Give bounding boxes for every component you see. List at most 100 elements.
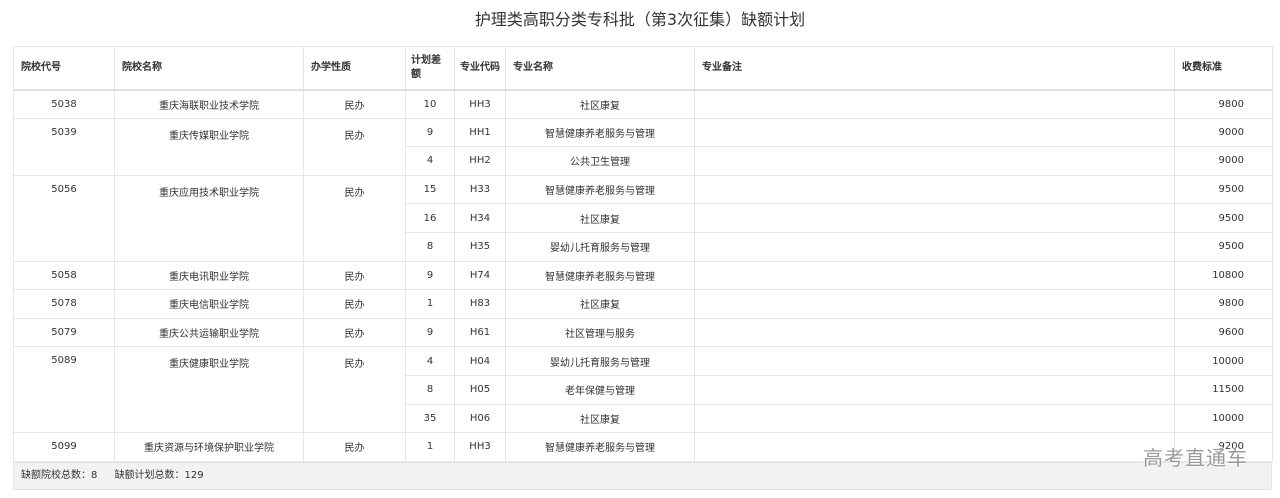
major-code-cell: H61 <box>454 318 506 348</box>
school-code-cell: 5056 <box>13 175 115 262</box>
school-type-cell: 民办 <box>303 118 406 176</box>
table-row: 5039 重庆传媒职业学院 民办 9 HH1 智慧健康养老服务与管理 9000 <box>13 118 1273 176</box>
major-note-cell <box>694 404 1175 434</box>
fee-cell: 9500 <box>1174 175 1273 205</box>
major-code-cell: HH2 <box>454 146 506 176</box>
plan-gap-cell: 8 <box>405 232 455 262</box>
major-note-cell <box>694 175 1175 205</box>
fee-cell: 9500 <box>1174 232 1273 262</box>
major-note-cell <box>694 346 1175 376</box>
table-row: 5079 重庆公共运输职业学院 民办 9 H61 社区管理与服务 9600 <box>13 318 1273 348</box>
school-name-cell: 重庆资源与环境保护职业学院 <box>114 432 304 462</box>
header-plan-gap: 计划差额 <box>405 46 455 91</box>
major-code-cell: H35 <box>454 232 506 262</box>
fee-cell: 9800 <box>1174 89 1273 119</box>
major-code-cell: H06 <box>454 404 506 434</box>
page-title: 护理类高职分类专科批（第3次征集）缺额计划 <box>474 10 806 29</box>
header-fee: 收费标准 <box>1174 46 1273 91</box>
major-note-cell <box>694 289 1175 319</box>
table-row: 5038 重庆海联职业技术学院 民办 10 HH3 社区康复 9800 <box>13 89 1273 119</box>
header-school-code: 院校代号 <box>13 46 115 91</box>
plan-gap-cell: 4 <box>405 146 455 176</box>
school-code-cell: 5078 <box>13 289 115 319</box>
school-code-cell: 5079 <box>13 318 115 348</box>
table-header-row: 院校代号 院校名称 办学性质 计划差额 专业代码 专业名称 专业备注 收费标准 <box>13 46 1273 91</box>
fee-cell: 10800 <box>1174 261 1273 291</box>
school-name-cell: 重庆电讯职业学院 <box>114 261 304 291</box>
fee-cell: 10000 <box>1174 346 1273 376</box>
major-name-cell: 社区康复 <box>505 203 695 233</box>
school-name-cell: 重庆海联职业技术学院 <box>114 89 304 119</box>
table-row: 5058 重庆电讯职业学院 民办 9 H74 智慧健康养老服务与管理 10800 <box>13 261 1273 291</box>
school-name-cell: 重庆电信职业学院 <box>114 289 304 319</box>
major-code-cell: HH3 <box>454 89 506 119</box>
school-name-cell: 重庆传媒职业学院 <box>114 118 304 176</box>
major-name-cell: 智慧健康养老服务与管理 <box>505 175 695 205</box>
fee-cell: 9800 <box>1174 289 1273 319</box>
plan-gap-cell: 9 <box>405 118 455 148</box>
school-code-cell: 5058 <box>13 261 115 291</box>
major-code-cell: HH1 <box>454 118 506 148</box>
header-major-name: 专业名称 <box>505 46 695 91</box>
school-code-cell: 5099 <box>13 432 115 462</box>
fee-cell: 9600 <box>1174 318 1273 348</box>
vacancy-plan-table: 院校代号 院校名称 办学性质 计划差额 专业代码 专业名称 专业备注 收费标准 … <box>13 46 1273 462</box>
plan-gap-cell: 35 <box>405 404 455 434</box>
major-name-cell: 老年保健与管理 <box>505 375 695 405</box>
fee-cell: 9000 <box>1174 146 1273 176</box>
table-row: 5056 重庆应用技术职业学院 民办 15 H33 智慧健康养老服务与管理 9500 <box>13 175 1273 262</box>
major-code-cell: H04 <box>454 346 506 376</box>
major-name-cell: 公共卫生管理 <box>505 146 695 176</box>
plan-gap-cell: 4 <box>405 346 455 376</box>
table-row: 5099 重庆资源与环境保护职业学院 民办 1 HH3 智慧健康养老服务与管理 9200 <box>13 432 1273 462</box>
major-note-cell <box>694 118 1175 148</box>
fee-cell: 11500 <box>1174 375 1273 405</box>
major-note-cell <box>694 432 1175 462</box>
plan-gap-cell: 9 <box>405 261 455 291</box>
header-major-code: 专业代码 <box>454 46 506 91</box>
school-name-cell: 重庆健康职业学院 <box>114 346 304 434</box>
table-row: 5089 重庆健康职业学院 民办 4 H04 婴幼儿托育服务与管理 10000 <box>13 346 1273 434</box>
school-type-cell: 民办 <box>303 175 406 262</box>
major-code-cell: H05 <box>454 375 506 405</box>
watermark-text: 高考直通车 <box>1143 446 1248 470</box>
header-major-note: 专业备注 <box>694 46 1175 91</box>
major-name-cell: 婴幼儿托育服务与管理 <box>505 232 695 262</box>
school-code-cell: 5039 <box>13 118 115 176</box>
major-code-cell: HH3 <box>454 432 506 462</box>
major-note-cell <box>694 203 1175 233</box>
major-note-cell <box>694 232 1175 262</box>
school-type-cell: 民办 <box>303 89 406 119</box>
major-name-cell: 社区康复 <box>505 404 695 434</box>
plan-gap-cell: 15 <box>405 175 455 205</box>
major-name-cell: 社区管理与服务 <box>505 318 695 348</box>
major-note-cell <box>694 318 1175 348</box>
major-note-cell <box>694 89 1175 119</box>
major-note-cell <box>694 375 1175 405</box>
school-type-cell: 民办 <box>303 289 406 319</box>
major-code-cell: H33 <box>454 175 506 205</box>
school-type-cell: 民办 <box>303 432 406 462</box>
school-name-cell: 重庆公共运输职业学院 <box>114 318 304 348</box>
major-name-cell: 智慧健康养老服务与管理 <box>505 118 695 148</box>
plan-gap-cell: 10 <box>405 89 455 119</box>
school-type-cell: 民办 <box>303 346 406 434</box>
major-name-cell: 社区康复 <box>505 89 695 119</box>
table-row: 5078 重庆电信职业学院 民办 1 H83 社区康复 9800 <box>13 289 1273 319</box>
major-code-cell: H74 <box>454 261 506 291</box>
school-type-cell: 民办 <box>303 318 406 348</box>
major-note-cell <box>694 261 1175 291</box>
major-name-cell: 社区康复 <box>505 289 695 319</box>
school-name-cell: 重庆应用技术职业学院 <box>114 175 304 262</box>
major-code-cell: H34 <box>454 203 506 233</box>
fee-cell: 9500 <box>1174 203 1273 233</box>
summary-bar: 缺额院校总数：8 缺额计划总数：129 <box>13 462 1272 490</box>
fee-cell: 9000 <box>1174 118 1273 148</box>
plan-gap-cell: 1 <box>405 289 455 319</box>
plan-gap-cell: 9 <box>405 318 455 348</box>
school-code-cell: 5089 <box>13 346 115 434</box>
header-school-name: 院校名称 <box>114 46 304 91</box>
major-name-cell: 智慧健康养老服务与管理 <box>505 261 695 291</box>
school-total: 缺额院校总数：8 <box>21 470 98 481</box>
major-code-cell: H83 <box>454 289 506 319</box>
